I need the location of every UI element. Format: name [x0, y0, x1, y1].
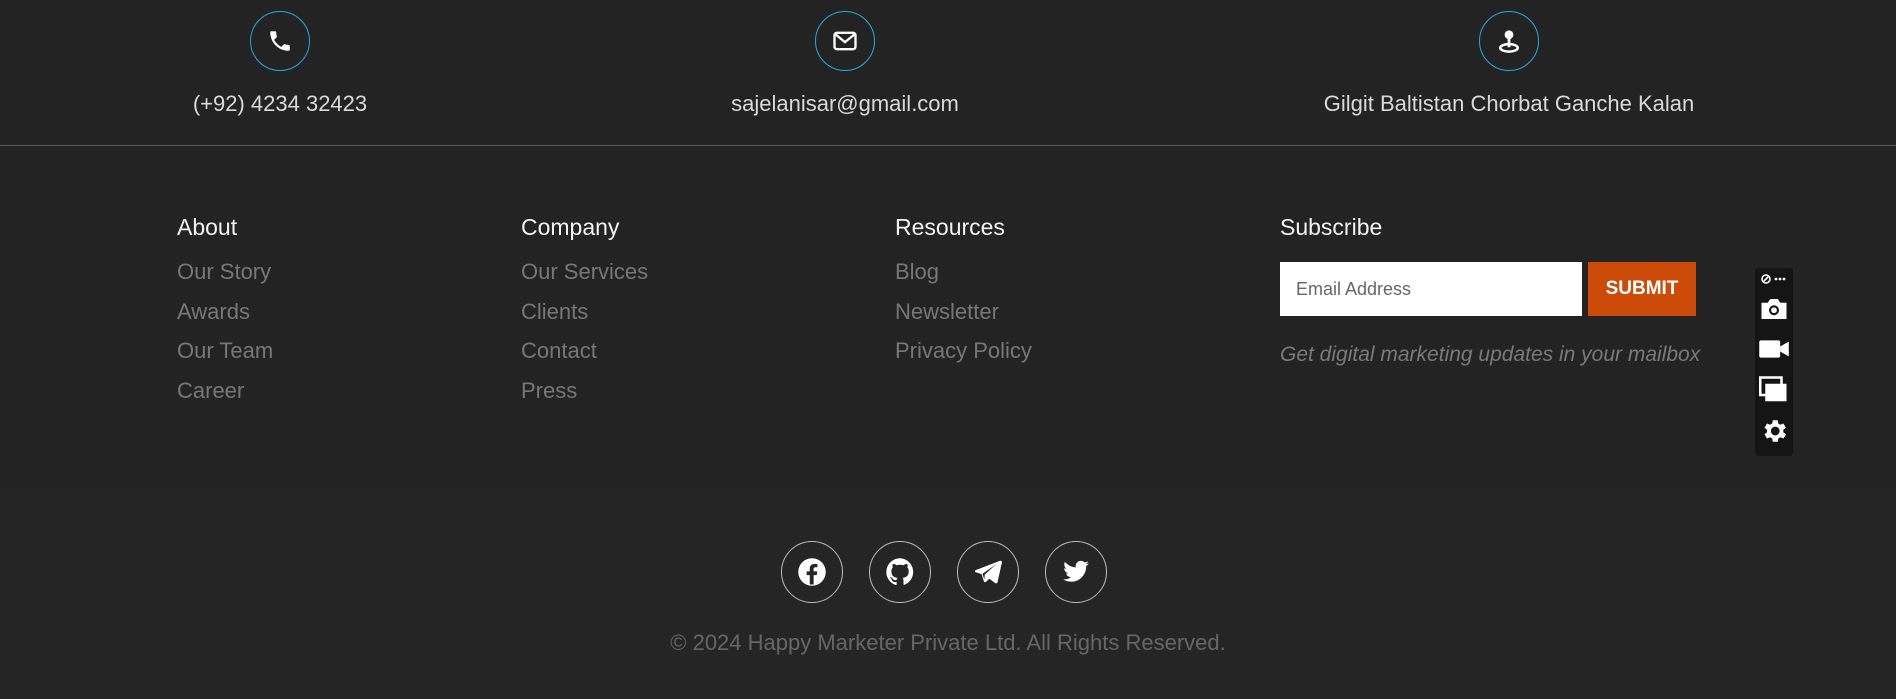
resources-link-blog[interactable]: Blog: [895, 261, 1032, 301]
facebook-icon[interactable]: [781, 541, 843, 603]
video-icon[interactable]: [1755, 337, 1793, 361]
about-link-our-story[interactable]: Our Story: [177, 261, 273, 301]
settings-icon[interactable]: [1755, 416, 1793, 446]
about-link-career[interactable]: Career: [177, 379, 273, 420]
contact-row: (+92) 4234 32423 sajelanisar@gmail.com G…: [0, 0, 1896, 146]
link-more-icon[interactable]: [1755, 271, 1793, 287]
github-icon[interactable]: [869, 541, 931, 603]
copyright-text: © 2024 Happy Marketer Private Ltd. All R…: [670, 630, 1226, 655]
resources-heading: Resources: [895, 214, 1005, 240]
phone-icon: [250, 11, 310, 71]
email-input[interactable]: [1280, 262, 1582, 316]
about-link-awards[interactable]: Awards: [177, 300, 273, 341]
social-links: [781, 541, 1133, 603]
subscribe-column: Subscribe: [1280, 214, 1382, 241]
company-link-our-services[interactable]: Our Services: [521, 261, 648, 301]
company-link-contact[interactable]: Contact: [521, 340, 648, 380]
resources-link-privacy-policy[interactable]: Privacy Policy: [895, 340, 1032, 380]
company-column: Company Our Services Clients Contact Pre…: [521, 214, 648, 419]
floating-toolbar: [1755, 268, 1793, 456]
about-heading: About: [177, 214, 238, 240]
contact-email: sajelanisar@gmail.com: [595, 11, 1095, 117]
phone-number: (+92) 4234 32423: [192, 91, 368, 116]
contact-location: Gilgit Baltistan Chorbat Ganche Kalan: [1259, 11, 1759, 117]
company-link-clients[interactable]: Clients: [521, 300, 648, 341]
mail-icon: [815, 11, 875, 71]
company-link-press[interactable]: Press: [521, 379, 648, 420]
company-heading: Company: [521, 214, 620, 240]
contact-phone: (+92) 4234 32423: [30, 11, 530, 117]
about-link-our-team[interactable]: Our Team: [177, 340, 273, 380]
resources-link-newsletter[interactable]: Newsletter: [895, 300, 1032, 341]
twitter-icon[interactable]: [1045, 541, 1107, 603]
windows-icon[interactable]: [1755, 376, 1793, 404]
resources-column: Resources Blog Newsletter Privacy Policy: [895, 214, 1032, 380]
subscribe-heading: Subscribe: [1280, 214, 1383, 240]
subscribe-note: Get digital marketing updates in your ma…: [1280, 343, 1701, 366]
camera-icon[interactable]: [1755, 296, 1793, 322]
about-column: About Our Story Awards Our Team Career: [177, 214, 273, 419]
location-address: Gilgit Baltistan Chorbat Ganche Kalan: [1323, 91, 1695, 116]
subscribe-form: SUBMIT: [1280, 262, 1696, 316]
location-pin-icon: [1479, 11, 1539, 71]
email-address: sajelanisar@gmail.com: [731, 91, 959, 116]
submit-button[interactable]: SUBMIT: [1588, 262, 1696, 316]
telegram-icon[interactable]: [957, 541, 1019, 603]
divider: [0, 145, 1896, 146]
